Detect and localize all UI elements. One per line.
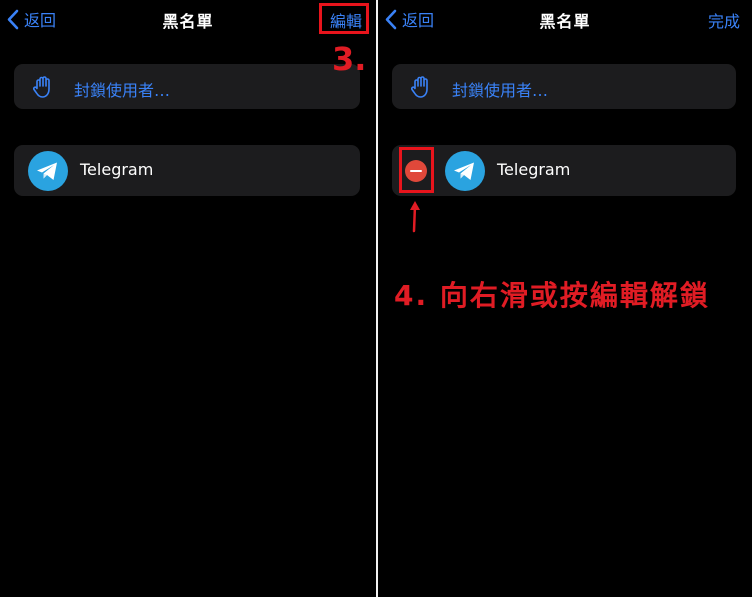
app-name: Telegram — [80, 160, 154, 179]
telegram-icon — [445, 151, 485, 191]
block-user-row[interactable]: 封鎖使用者… — [392, 64, 736, 109]
blocked-app-row[interactable]: Telegram — [392, 145, 736, 196]
left-screen: 返回 黑名單 編輯 封鎖使用者… Telegram 3. — [0, 0, 376, 597]
step-4-instruction: 4. 向右滑或按編輯解鎖 — [394, 279, 710, 312]
app-name: Telegram — [497, 160, 571, 179]
step-3-label: 3. — [332, 40, 367, 78]
hand-icon — [410, 76, 428, 98]
hand-icon — [32, 76, 50, 98]
block-user-row[interactable]: 封鎖使用者… — [14, 64, 360, 109]
navigation-bar: 返回 黑名單 完成 — [378, 0, 752, 38]
arrow-up-icon — [410, 201, 420, 233]
block-user-label: 封鎖使用者… — [74, 81, 171, 100]
done-button[interactable]: 完成 — [708, 8, 740, 32]
delete-highlight-box — [399, 147, 434, 193]
blocked-app-row[interactable]: Telegram — [14, 145, 360, 196]
edit-highlight-box — [319, 3, 369, 34]
block-user-label: 封鎖使用者… — [452, 81, 549, 100]
telegram-icon — [28, 151, 68, 191]
page-title: 黑名單 — [539, 12, 591, 31]
